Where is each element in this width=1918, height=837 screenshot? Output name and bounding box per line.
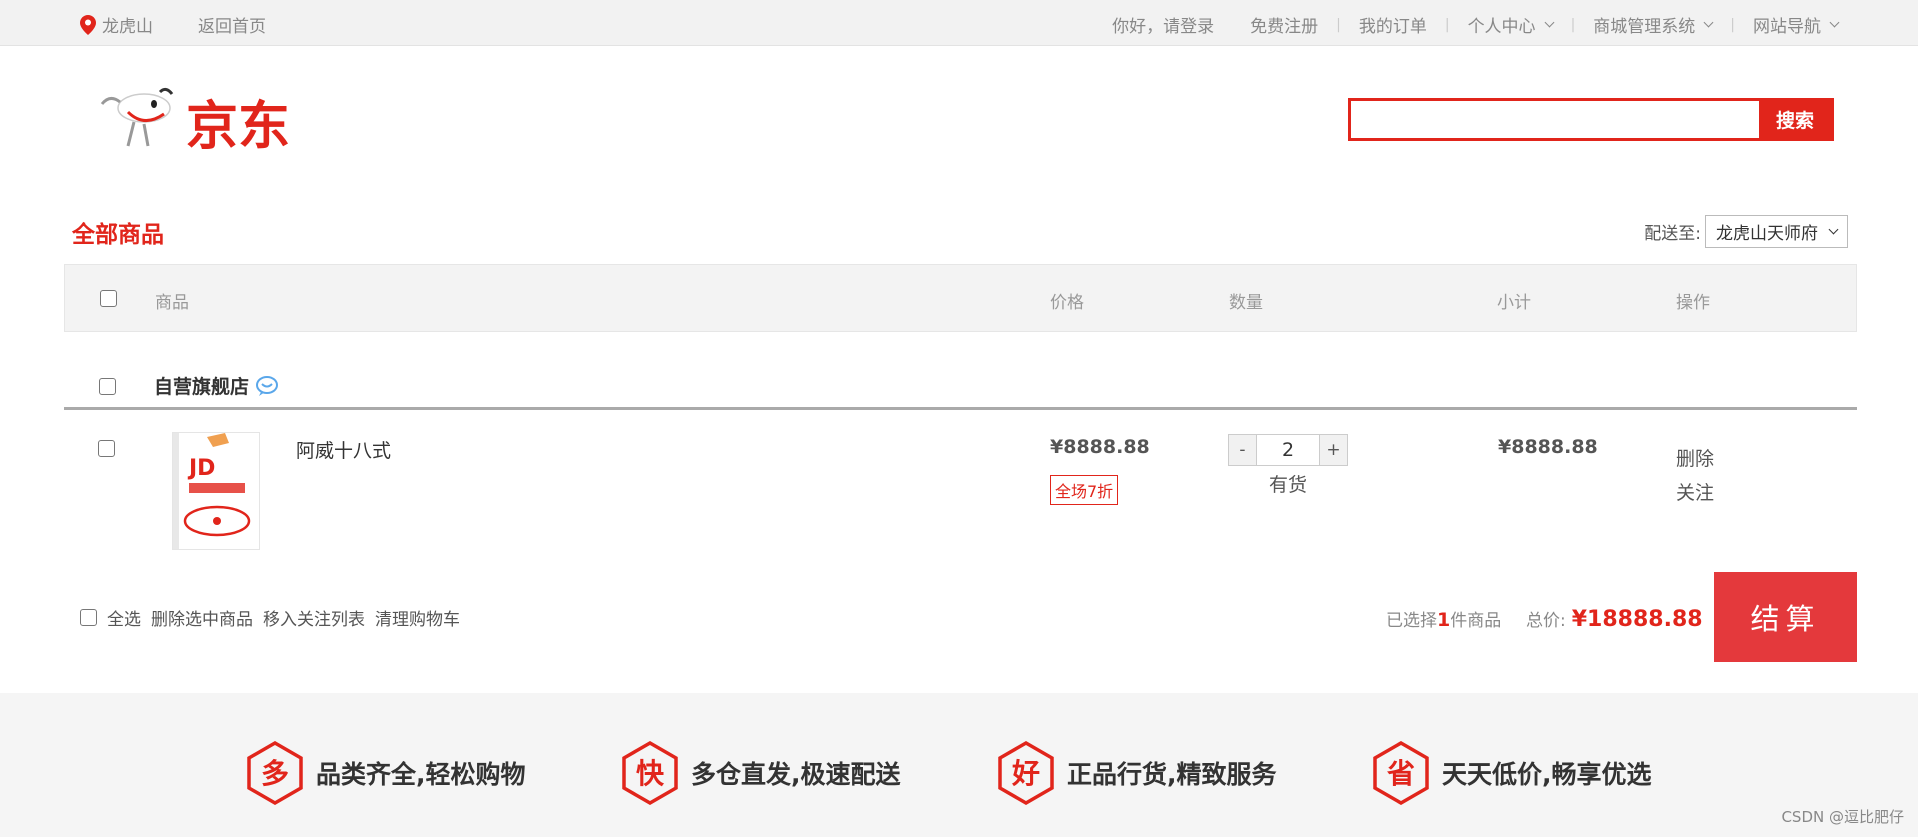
- shop-checkbox[interactable]: [99, 378, 116, 395]
- col-price: 价格: [1050, 293, 1084, 313]
- register-link[interactable]: 免费注册: [1250, 12, 1318, 37]
- select-all-checkbox[interactable]: [80, 609, 97, 626]
- qty-increase-button[interactable]: +: [1320, 435, 1347, 465]
- feature-item: 好 正品行货,精致服务: [997, 741, 1277, 805]
- feature-hexagon-icon: 省: [1373, 741, 1429, 805]
- feature-item: 快 多仓直发,极速配送: [621, 741, 901, 805]
- selected-prefix: 已选择: [1386, 611, 1437, 631]
- separator: |: [1444, 16, 1450, 33]
- shop-name-wrap: 自营旗舰店: [154, 372, 279, 399]
- total-label: 总价:: [1526, 611, 1566, 631]
- cart-bottom-bar: 全选 删除选中商品 移入关注列表 清理购物车 已选择1件商品 总价: ¥1888…: [64, 572, 1857, 662]
- qty-input[interactable]: 2: [1256, 435, 1320, 465]
- login-link[interactable]: 你好，请登录: [1112, 12, 1214, 37]
- chevron-down-icon: [1828, 224, 1839, 234]
- cart-table-header: 商品 价格 数量 小计 操作: [64, 264, 1857, 332]
- location-text: 龙虎山: [102, 17, 153, 37]
- shipping-address: 配送至: 龙虎山天师府: [1644, 215, 1848, 248]
- ship-address-select[interactable]: 龙虎山天师府: [1705, 215, 1848, 248]
- feature-hexagon-icon: 好: [998, 741, 1054, 805]
- chevron-down-icon: [1703, 17, 1714, 27]
- follow-link[interactable]: 关注: [1676, 476, 1714, 510]
- item-subtotal: ¥8888.88: [1498, 436, 1598, 458]
- total-price-info: 总价: ¥18888.88: [1526, 606, 1703, 632]
- mall-admin-label: 商城管理系统: [1593, 17, 1696, 37]
- chevron-down-icon: [1544, 17, 1555, 27]
- delete-link[interactable]: 删除: [1676, 442, 1714, 476]
- watermark-credit: CSDN @逗比肥仔: [1781, 808, 1904, 826]
- jd-logo[interactable]: 京东: [98, 82, 308, 157]
- svg-text:多: 多: [261, 757, 289, 790]
- col-subtotal: 小计: [1497, 293, 1531, 313]
- cart-item-row: JD 阿威十八式 ¥8888.88 全场7折 - 2 + 有货 ¥8888.88…: [64, 430, 1857, 560]
- jd-mascot-icon: 京东: [100, 87, 290, 157]
- shop-header: 自营旗舰店: [64, 360, 1857, 410]
- feature-item: 省 天天低价,畅享优选: [1372, 741, 1652, 805]
- search-input[interactable]: [1351, 101, 1759, 138]
- separator: |: [1336, 16, 1341, 33]
- col-ops: 操作: [1676, 293, 1710, 313]
- location[interactable]: 龙虎山: [80, 12, 153, 37]
- feature-text: 品类齐全,轻松购物: [316, 760, 526, 789]
- col-product: 商品: [155, 293, 189, 313]
- item-ops: 删除 关注: [1676, 442, 1714, 510]
- quantity-stepper: - 2 +: [1228, 434, 1348, 466]
- personal-center-label: 个人中心: [1467, 17, 1536, 37]
- site-nav-menu[interactable]: 网站导航: [1753, 12, 1840, 37]
- chevron-down-icon: [1829, 17, 1840, 27]
- qty-decrease-button[interactable]: -: [1229, 435, 1256, 465]
- mall-admin-menu[interactable]: 商城管理系统: [1593, 12, 1714, 37]
- home-link[interactable]: 返回首页: [198, 12, 266, 37]
- selected-count: 1: [1437, 609, 1451, 631]
- ship-label: 配送至:: [1644, 224, 1701, 244]
- footer: 多 品类齐全,轻松购物 快 多仓直发,极速配送 好 正品行货,精致服务 省 天天…: [0, 693, 1918, 837]
- search-box: 搜索: [1348, 98, 1834, 141]
- item-checkbox[interactable]: [98, 440, 115, 457]
- ship-address-value: 龙虎山天师府: [1716, 224, 1818, 244]
- orders-link[interactable]: 我的订单: [1359, 12, 1427, 37]
- svg-text:好: 好: [1011, 757, 1040, 790]
- logo-text: 京东: [186, 97, 290, 152]
- personal-center-menu[interactable]: 个人中心: [1467, 12, 1555, 37]
- feature-hexagon-icon: 快: [622, 741, 678, 805]
- separator: |: [1570, 16, 1576, 33]
- clear-cart-link[interactable]: 清理购物车: [375, 605, 460, 630]
- promo-badge: 全场7折: [1050, 475, 1119, 505]
- feature-text: 正品行货,精致服务: [1067, 760, 1277, 789]
- selected-count-info: 已选择1件商品: [1386, 606, 1501, 631]
- svg-text:快: 快: [636, 757, 665, 790]
- total-value: ¥18888.88: [1571, 607, 1703, 632]
- separator: |: [1730, 16, 1735, 33]
- feature-text: 天天低价,畅享优选: [1442, 760, 1652, 789]
- top-bar: 龙虎山 返回首页 你好，请登录 免费注册 | 我的订单 | 个人中心 | 商城管…: [0, 0, 1918, 46]
- svg-text:省: 省: [1387, 757, 1415, 790]
- feature-item: 多 品类齐全,轻松购物: [246, 741, 526, 805]
- select-all-label[interactable]: 全选: [107, 605, 141, 630]
- chat-icon[interactable]: [255, 375, 279, 397]
- product-name[interactable]: 阿威十八式: [296, 436, 391, 463]
- feature-text: 多仓直发,极速配送: [691, 760, 901, 789]
- selected-suffix: 件商品: [1450, 611, 1502, 631]
- svg-text:JD: JD: [187, 456, 215, 481]
- col-qty: 数量: [1229, 293, 1263, 313]
- checkout-button[interactable]: 结算: [1714, 572, 1857, 662]
- product-thumbnail[interactable]: JD: [172, 432, 260, 550]
- shop-name[interactable]: 自营旗舰店: [154, 372, 249, 399]
- site-nav-label: 网站导航: [1753, 17, 1821, 37]
- move-to-follow-link[interactable]: 移入关注列表: [263, 605, 365, 630]
- cart-title: 全部商品: [72, 222, 164, 248]
- search-button[interactable]: 搜索: [1759, 101, 1831, 138]
- delete-selected-link[interactable]: 删除选中商品: [151, 605, 253, 630]
- product-price: ¥8888.88: [1050, 436, 1150, 458]
- feature-hexagon-icon: 多: [247, 741, 303, 805]
- location-pin-icon: [80, 14, 96, 35]
- book-cover-icon: JD: [173, 433, 259, 549]
- select-all-checkbox-top[interactable]: [100, 290, 117, 307]
- stock-status: 有货: [1269, 474, 1308, 496]
